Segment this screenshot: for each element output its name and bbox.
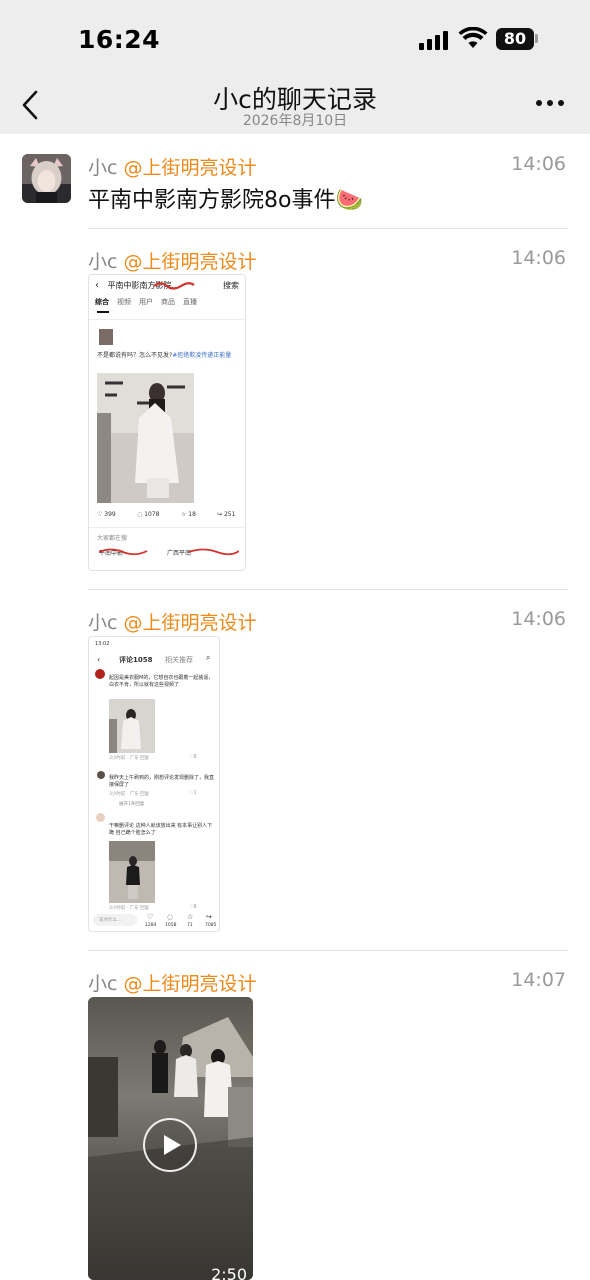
related-tab: 相关推荐 <box>165 656 193 664</box>
sender-name: 小c <box>88 973 118 995</box>
sender-org[interactable]: @上街明亮设计 <box>124 612 257 634</box>
more-options-button[interactable] <box>534 96 566 110</box>
post-image <box>97 373 194 503</box>
comment-image <box>109 699 155 753</box>
sender-name: 小c <box>88 157 118 179</box>
message-sender: 小c @上街明亮设计 <box>88 153 257 180</box>
user-avatar <box>99 329 113 345</box>
redaction-scribble-icon <box>153 282 195 290</box>
screenshot-image-comments[interactable]: 13:02 ‹ 评论1058 相关推荐 ⌕ 起因是美衣服M的，它想自衣也跟着一起… <box>88 636 220 932</box>
avatar[interactable] <box>22 154 71 203</box>
divider <box>88 228 568 229</box>
battery-icon: 80 <box>496 28 534 50</box>
search-tabs: 综合 视频 用户 商品 直播 <box>95 298 197 306</box>
message-sender: 小c @上街明亮设计 <box>88 608 257 635</box>
comment-text: 起因是美衣服M的，它想自衣也跟着一起装逼，白衣不肯，所以就有这些视频了 <box>109 675 214 688</box>
video-duration: 2:50 <box>211 1265 247 1280</box>
post-text: 不是都说有吗？怎么不见发?#拒绝欺凌传递正能量 <box>97 352 232 359</box>
sender-org[interactable]: @上街明亮设计 <box>124 251 257 273</box>
comments-tab: 评论1058 <box>119 656 153 664</box>
comment-text: 我昨天上午刷到的，刚想评论发现删除了，我直接保屏了 <box>109 775 215 788</box>
message-text[interactable]: 平南中影南方影院8o事件🍉 <box>88 182 363 214</box>
comment-text: 干嘛删评论 这种人就该放出来 有本事让别人下跪 自己跪个脸怎么了 <box>109 823 213 836</box>
message-time: 14:06 <box>511 247 566 269</box>
message-time: 14:06 <box>511 608 566 630</box>
wifi-icon <box>458 27 488 48</box>
redaction-scribble-icon <box>99 548 239 556</box>
post-actions: ♡ 399 ◌ 1078 ☆ 18 ↪ 251 <box>97 511 236 518</box>
sender-name: 小c <box>88 612 118 634</box>
top-bar: 16:24 80 小c的聊天记录 2026年8月10日 <box>0 0 590 134</box>
battery-tip <box>535 34 538 43</box>
status-time: 16:24 <box>78 25 161 54</box>
comment-image <box>109 841 155 903</box>
sender-org[interactable]: @上街明亮设计 <box>124 157 257 179</box>
play-button[interactable] <box>143 1118 197 1172</box>
sender-name: 小c <box>88 251 118 273</box>
message-sender: 小c @上街明亮设计 <box>88 247 257 274</box>
message-time: 14:06 <box>511 153 566 175</box>
sender-org[interactable]: @上街明亮设计 <box>124 973 257 995</box>
message-sender: 小c @上街明亮设计 <box>88 969 257 996</box>
screenshot-image-search[interactable]: ‹ 平南中影南方影院... 搜索 综合 视频 用户 商品 直播 不是都说有吗？怎么不见发… <box>88 274 246 571</box>
message-time: 14:07 <box>511 969 566 991</box>
trending-label: 大家都在搜 <box>97 535 128 542</box>
page-subtitle-date: 2026年8月10日 <box>242 113 348 129</box>
play-icon <box>164 1135 181 1155</box>
divider <box>88 589 568 590</box>
divider <box>88 950 568 951</box>
video-message[interactable]: 2:50 <box>88 997 253 1280</box>
cellular-signal-icon <box>419 30 449 50</box>
